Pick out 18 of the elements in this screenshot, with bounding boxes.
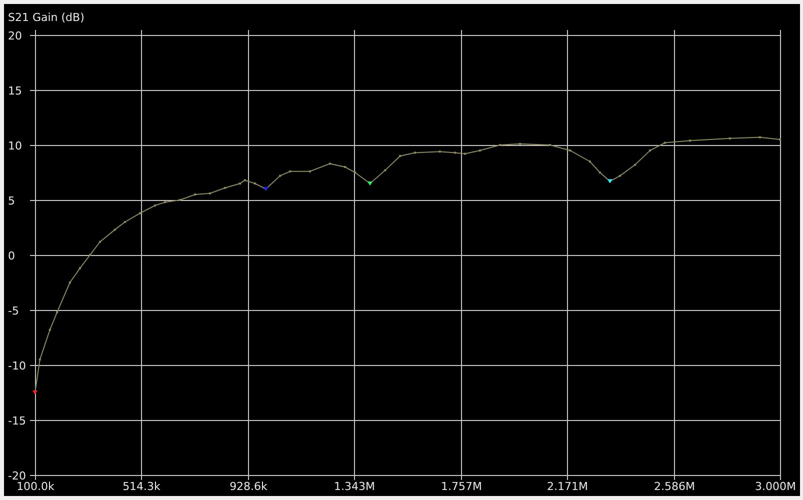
y-axis-label: 15 [8,84,22,98]
x-axis-label: 1.343M [334,480,375,493]
x-axis-label: 100.0k [16,480,54,493]
y-axis-label: 0 [8,250,15,262]
x-axis-label: 1.757M [441,480,482,493]
chart-title: S21 Gain (dB) [8,11,84,24]
x-axis-label: 2.586M [654,480,695,493]
y-axis-label: -15 [8,414,26,428]
y-axis-label: 5 [8,194,15,208]
x-axis-label: 2.171M [547,480,588,493]
x-axis-label: 3.000M [755,480,796,493]
y-axis-label: -10 [8,360,26,372]
x-axis-label: 928.6k [230,480,268,493]
x-axis-label: 514.3k [122,480,160,493]
y-axis-label: -20 [8,470,26,482]
y-axis-label: 20 [8,30,22,42]
y-axis-label: 10 [8,140,22,152]
y-axis-label: -5 [8,304,19,318]
